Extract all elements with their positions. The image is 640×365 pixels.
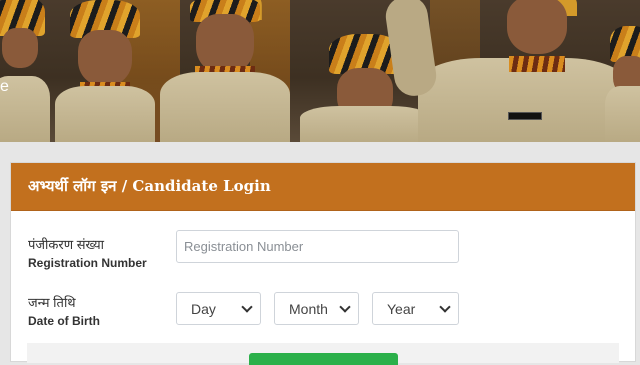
dob-row: जन्म तिथि Date of Birth Day Month Year xyxy=(11,289,635,329)
dob-day-select[interactable]: Day xyxy=(176,292,261,325)
login-card-title: अभ्यर्थी लॉग इन / Candidate Login xyxy=(11,163,635,211)
candidate-login-card: अभ्यर्थी लॉग इन / Candidate Login पंजीकर… xyxy=(10,162,636,365)
chevron-down-icon xyxy=(439,301,451,313)
hero-partial-text: e xyxy=(0,78,9,95)
chevron-down-icon xyxy=(339,301,351,313)
submit-button[interactable] xyxy=(249,353,398,365)
dob-year-value: Year xyxy=(387,301,416,317)
dob-month-value: Month xyxy=(289,301,328,317)
chevron-down-icon xyxy=(241,301,253,313)
dob-label-english: Date of Birth xyxy=(28,314,100,328)
registration-label-hindi: पंजीकरण संख्या xyxy=(28,237,105,252)
registration-number-input[interactable] xyxy=(176,230,459,263)
dob-year-select[interactable]: Year xyxy=(372,292,459,325)
registration-row: पंजीकरण संख्या Registration Number xyxy=(11,227,635,270)
dob-label-hindi: जन्म तिथि xyxy=(28,295,76,310)
registration-label-english: Registration Number xyxy=(28,256,147,270)
dob-month-select[interactable]: Month xyxy=(274,292,359,325)
dob-day-value: Day xyxy=(191,301,216,317)
hero-banner-image: e xyxy=(0,0,640,142)
